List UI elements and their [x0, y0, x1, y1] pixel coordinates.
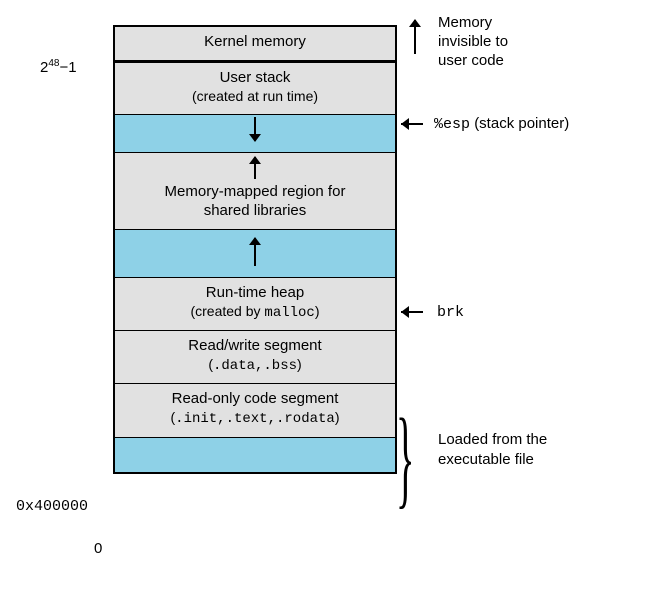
esp-label: %esp (stack pointer) [434, 115, 569, 133]
segment-rw: Read/write segment (.data,.bss) [115, 331, 395, 384]
loaded-brace-icon: } [396, 394, 414, 521]
segment-user-stack-sub: (created at run time) [192, 88, 318, 104]
mmap-grows-up-arrow [254, 157, 256, 179]
segment-user-stack-title: User stack [220, 69, 291, 86]
segment-user-stack: User stack (created at run time) [115, 63, 395, 116]
gap-below-text [115, 438, 395, 472]
segment-mmap-title: Memory-mapped region for [165, 183, 346, 200]
segment-ro: Read-only code segment (.init,.text,.rod… [115, 384, 395, 437]
segment-kernel: Kernel memory [115, 27, 395, 63]
addr-top: 248−1 [40, 58, 77, 76]
kernel-note: Memory invisible to user code [438, 14, 508, 70]
kernel-up-arrow [414, 20, 416, 54]
segment-heap-sub: (created by malloc) [190, 303, 319, 319]
memory-layout-column: Kernel memory User stack (created at run… [113, 25, 397, 474]
segment-mmap: Memory-mapped region for shared librarie… [115, 153, 395, 230]
segment-ro-title: Read-only code segment [172, 390, 339, 407]
heap-grows-up-arrow [254, 238, 256, 266]
esp-pointer-arrow [401, 116, 429, 132]
brk-pointer-arrow [401, 304, 429, 320]
segment-kernel-label: Kernel memory [204, 33, 306, 50]
segment-rw-sub: (.data,.bss) [208, 356, 301, 372]
brk-label: brk [437, 304, 464, 321]
addr-bottom: 0x400000 [16, 498, 88, 515]
segment-ro-sub: (.init,.text,.rodata) [171, 409, 340, 425]
loaded-note: Loaded from the executable file [438, 430, 547, 469]
gap-below-stack [115, 115, 395, 153]
segment-heap-title: Run-time heap [206, 284, 304, 301]
segment-heap: Run-time heap (created by malloc) [115, 278, 395, 331]
segment-rw-title: Read/write segment [188, 337, 321, 354]
segment-mmap-sub: shared libraries [204, 202, 307, 219]
stack-grows-down-arrow [254, 117, 256, 141]
addr-zero: 0 [94, 540, 102, 557]
gap-above-heap [115, 230, 395, 278]
